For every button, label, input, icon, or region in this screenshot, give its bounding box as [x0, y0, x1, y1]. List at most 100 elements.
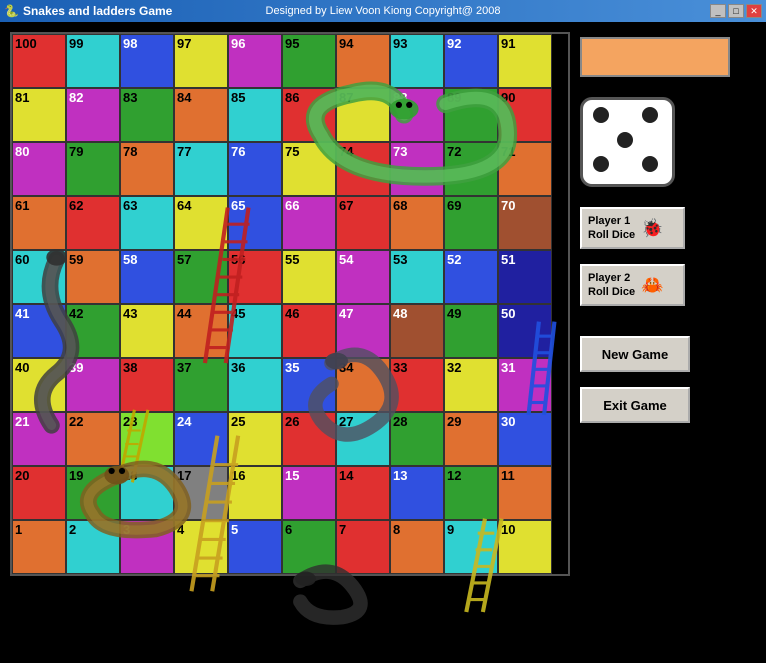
cell-44: 44 — [174, 304, 228, 358]
cell-11: 11 — [498, 466, 552, 520]
cell-6: 6 — [282, 520, 336, 574]
cell-57: 57 — [174, 250, 228, 304]
maximize-button[interactable]: □ — [728, 4, 744, 18]
player1-roll-btn[interactable]: Player 1 Roll Dice 🐞 — [580, 207, 685, 249]
cell-10: 10 — [498, 520, 552, 574]
cell-64: 64 — [174, 196, 228, 250]
cell-55: 55 — [282, 250, 336, 304]
cell-53: 53 — [390, 250, 444, 304]
player2-icon: 🦀 — [641, 275, 663, 296]
cell-94: 94 — [336, 34, 390, 88]
cell-59: 59 — [66, 250, 120, 304]
cell-58: 58 — [120, 250, 174, 304]
cell-43: 43 — [120, 304, 174, 358]
dot-empty-4 — [617, 156, 633, 172]
cell-79: 79 — [66, 142, 120, 196]
dot-empty-1 — [617, 107, 633, 123]
cell-35: 35 — [282, 358, 336, 412]
cell-42: 42 — [66, 304, 120, 358]
cell-76: 76 — [228, 142, 282, 196]
title-bar-buttons: _ □ ✕ — [710, 4, 762, 18]
cell-75: 75 — [282, 142, 336, 196]
cell-77: 77 — [174, 142, 228, 196]
cell-84: 84 — [174, 88, 228, 142]
side-panel: Player 1 Roll Dice 🐞 Player 2 Roll Dice … — [580, 32, 755, 653]
cell-99: 99 — [66, 34, 120, 88]
cell-95: 95 — [282, 34, 336, 88]
cell-37: 37 — [174, 358, 228, 412]
cell-72: 72 — [444, 142, 498, 196]
cell-49: 49 — [444, 304, 498, 358]
cell-13: 13 — [390, 466, 444, 520]
cell-54: 54 — [336, 250, 390, 304]
dot-1 — [593, 107, 609, 123]
cell-87: 87 — [336, 88, 390, 142]
title-bar-left: 🐍 Snakes and ladders Game — [4, 4, 172, 18]
cell-71: 71 — [498, 142, 552, 196]
cell-100: 100 — [12, 34, 66, 88]
cell-22: 22 — [66, 412, 120, 466]
main-window: 1009998979695949392918182838485868788899… — [0, 22, 766, 663]
cell-45: 45 — [228, 304, 282, 358]
cell-12: 12 — [444, 466, 498, 520]
cell-82: 82 — [66, 88, 120, 142]
cell-63: 63 — [120, 196, 174, 250]
cell-48: 48 — [390, 304, 444, 358]
cell-80: 80 — [12, 142, 66, 196]
app-title: Snakes and ladders Game — [23, 4, 172, 18]
cell-28: 28 — [390, 412, 444, 466]
cell-88: 88 — [390, 88, 444, 142]
cell-98: 98 — [120, 34, 174, 88]
cell-83: 83 — [120, 88, 174, 142]
title-bar: 🐍 Snakes and ladders Game Designed by Li… — [0, 0, 766, 22]
player2-roll-btn[interactable]: Player 2 Roll Dice 🦀 — [580, 264, 685, 306]
cell-70: 70 — [498, 196, 552, 250]
cell-33: 33 — [390, 358, 444, 412]
cell-25: 25 — [228, 412, 282, 466]
cell-67: 67 — [336, 196, 390, 250]
game-board: 1009998979695949392918182838485868788899… — [10, 32, 570, 576]
app-icon: 🐍 — [4, 4, 19, 18]
cell-32: 32 — [444, 358, 498, 412]
exit-game-button[interactable]: Exit Game — [580, 387, 690, 423]
cell-9: 9 — [444, 520, 498, 574]
cell-68: 68 — [390, 196, 444, 250]
new-game-button[interactable]: New Game — [580, 336, 690, 372]
cell-65: 65 — [228, 196, 282, 250]
dot-5 — [642, 156, 658, 172]
cell-36: 36 — [228, 358, 282, 412]
board-container: 1009998979695949392918182838485868788899… — [10, 32, 570, 632]
dot-3 — [617, 132, 633, 148]
cell-66: 66 — [282, 196, 336, 250]
cell-73: 73 — [390, 142, 444, 196]
cell-69: 69 — [444, 196, 498, 250]
cell-97: 97 — [174, 34, 228, 88]
dice-face — [593, 107, 663, 177]
cell-14: 14 — [336, 466, 390, 520]
cell-21: 21 — [12, 412, 66, 466]
cell-4: 4 — [174, 520, 228, 574]
title-bar-center: Designed by Liew Voon Kiong Copyright@ 2… — [266, 5, 501, 17]
cell-81: 81 — [12, 88, 66, 142]
cell-62: 62 — [66, 196, 120, 250]
close-button[interactable]: ✕ — [746, 4, 762, 18]
cell-52: 52 — [444, 250, 498, 304]
cell-20: 20 — [12, 466, 66, 520]
dot-2 — [642, 107, 658, 123]
cell-96: 96 — [228, 34, 282, 88]
game-area: 1009998979695949392918182838485868788899… — [0, 22, 766, 663]
cell-50: 50 — [498, 304, 552, 358]
cell-47: 47 — [336, 304, 390, 358]
minimize-button[interactable]: _ — [710, 4, 726, 18]
cell-89: 89 — [444, 88, 498, 142]
cell-40: 40 — [12, 358, 66, 412]
cell-56: 56 — [228, 250, 282, 304]
cell-46: 46 — [282, 304, 336, 358]
cell-74: 74 — [336, 142, 390, 196]
cell-60: 60 — [12, 250, 66, 304]
cell-78: 78 — [120, 142, 174, 196]
cell-86: 86 — [282, 88, 336, 142]
cell-38: 38 — [120, 358, 174, 412]
cell-5: 5 — [228, 520, 282, 574]
dot-empty-3 — [642, 132, 658, 148]
